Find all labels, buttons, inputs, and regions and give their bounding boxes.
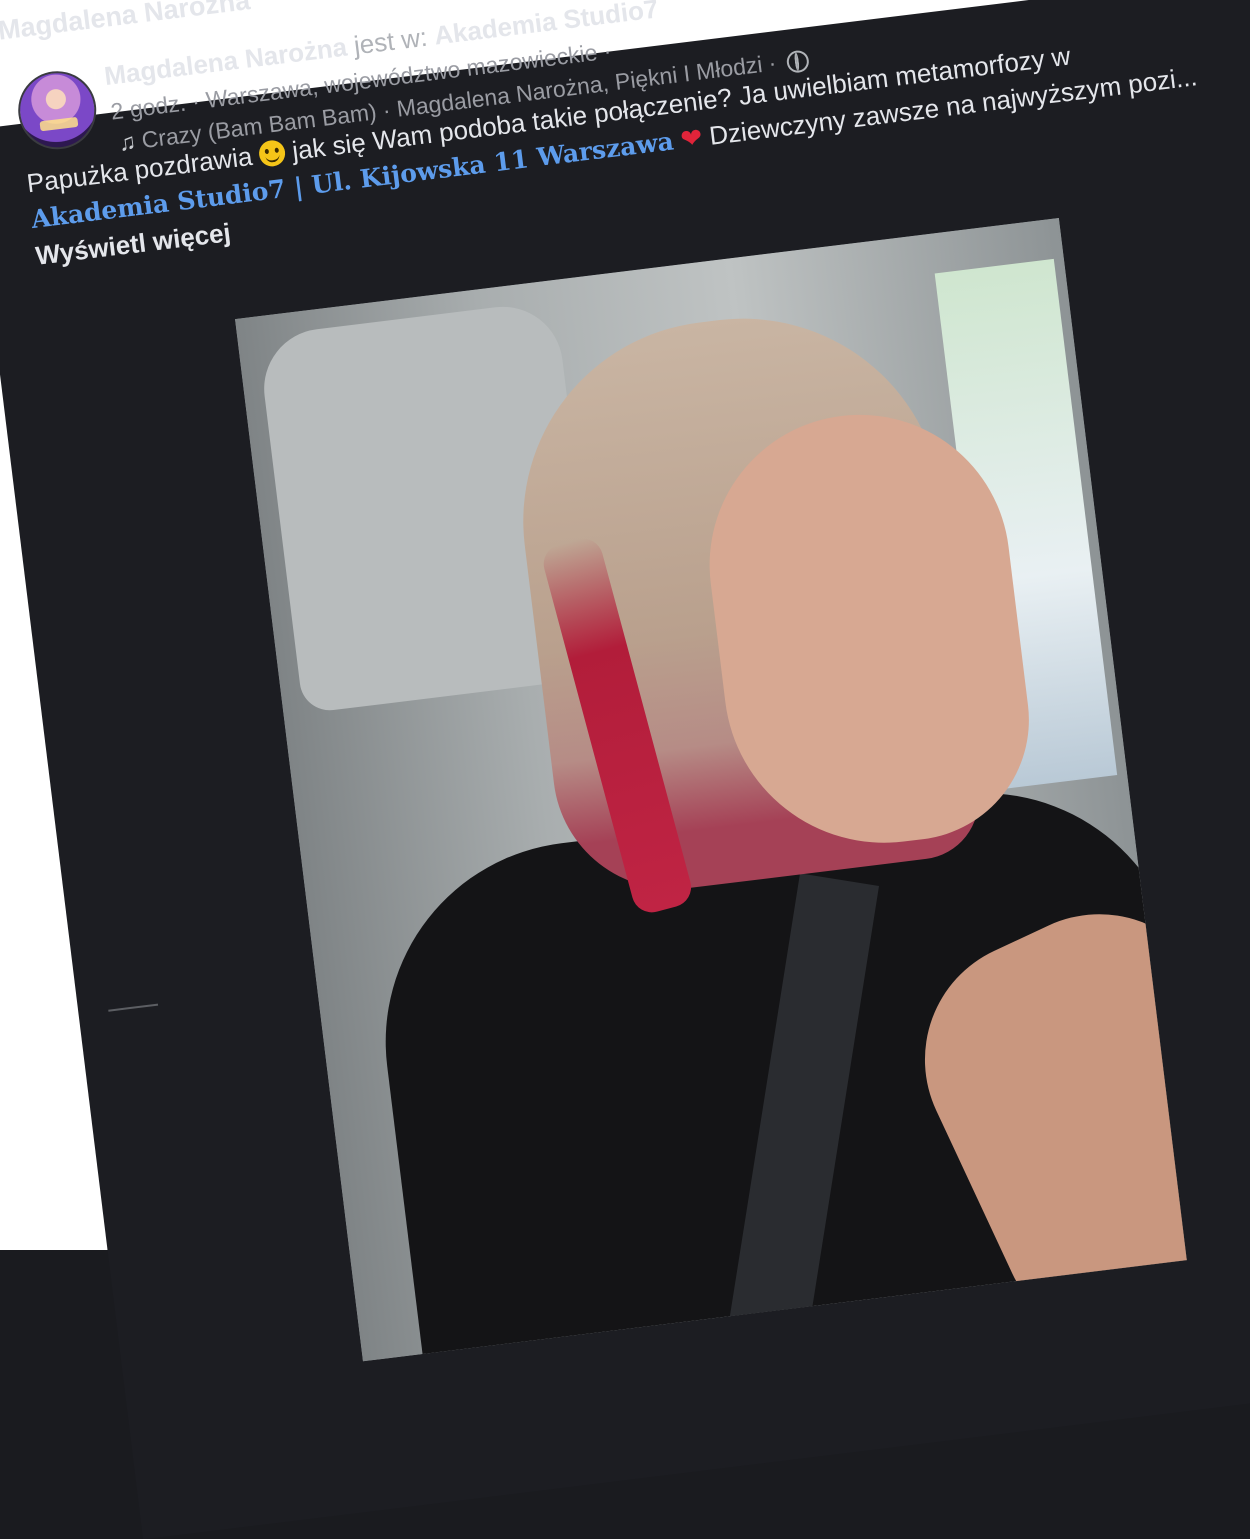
smiling-face-icon xyxy=(257,138,287,168)
post-photo[interactable] xyxy=(235,217,1187,1362)
side-divider xyxy=(108,1003,159,1012)
facebook-post: Magdalena Narożna Magdalena Narożna jest… xyxy=(0,0,1250,1406)
author-avatar[interactable] xyxy=(13,66,101,154)
is-at-label: jest w: xyxy=(352,21,429,61)
avatar-badge xyxy=(39,116,79,132)
post-canvas: Magdalena Narożna Magdalena Narożna jest… xyxy=(0,0,1250,1539)
post-time[interactable]: 2 godz. xyxy=(109,90,187,125)
location-link[interactable]: Akademia Studio7 xyxy=(432,0,659,51)
